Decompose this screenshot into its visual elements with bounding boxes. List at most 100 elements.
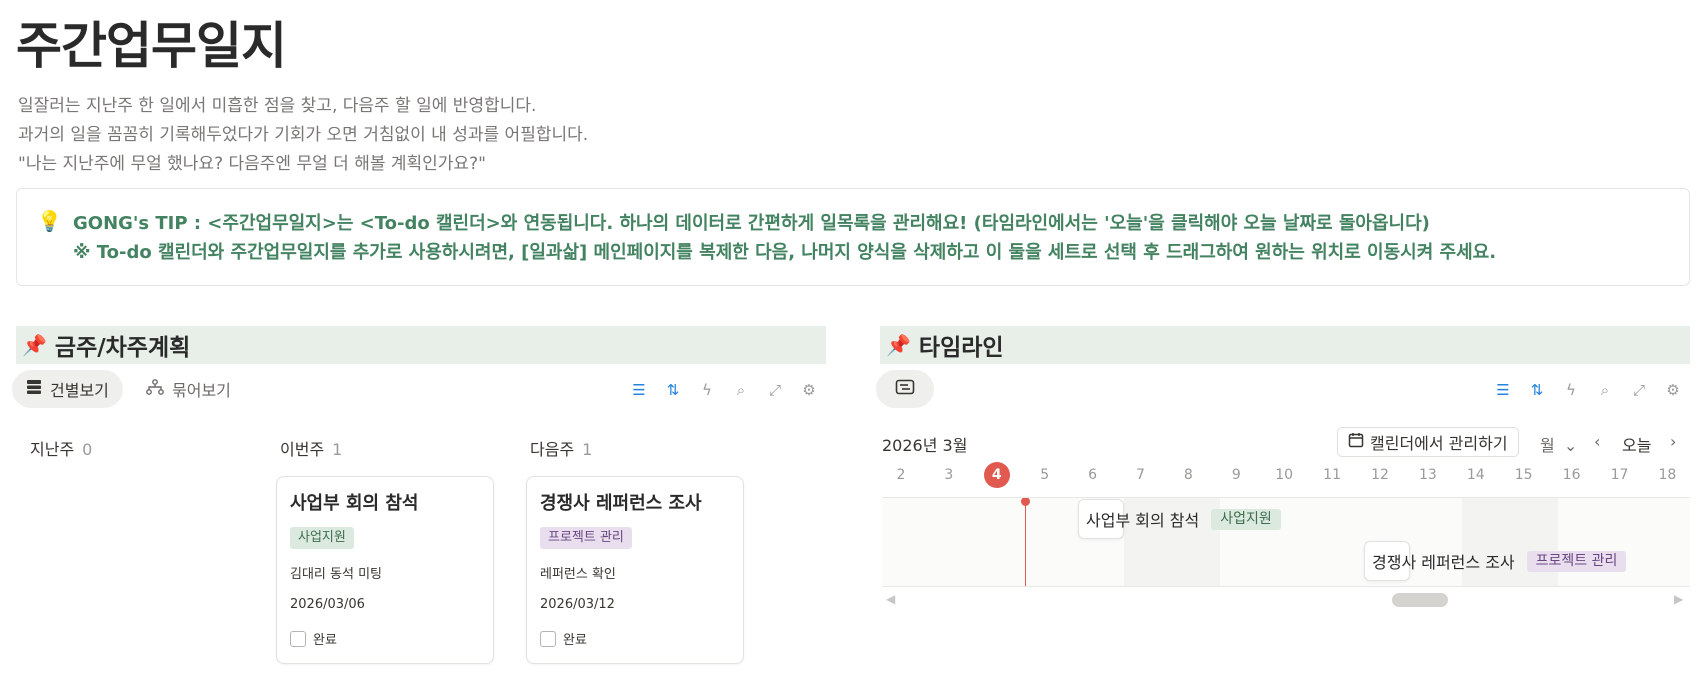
timeline-day: 15 — [1514, 467, 1533, 483]
tip-line-2: ※ To-do 캘린더와 주간업무일지를 추가로 사용하시려면, [일과삶] 메… — [73, 242, 1497, 263]
timeline-day: 14 — [1466, 467, 1485, 483]
column-header-next-week: 다음주 1 — [530, 436, 592, 460]
timeline-view-icon — [895, 379, 915, 399]
tip-line-1: GONG's TIP : <주간업무일지>는 <To-do 캘린더>와 연동됩니… — [73, 213, 1430, 234]
timeline-section-title: 타임라인 — [918, 335, 1004, 361]
timeline-item[interactable]: 경쟁사 레퍼런스 조사 프로젝트 관리 — [1364, 541, 1627, 581]
expand-icon[interactable]: ⤢ — [1622, 376, 1656, 404]
tab-card-view[interactable]: 건별보기 — [12, 370, 123, 408]
today-button[interactable]: 오늘 — [1622, 432, 1651, 456]
sort-icon[interactable]: ⇅ — [1520, 376, 1554, 404]
tab-group-view[interactable]: 묶어보기 — [132, 370, 245, 408]
settings-icon[interactable]: ⚙ — [1656, 376, 1690, 404]
done-label: 완료 — [563, 633, 587, 648]
column-name: 이번주 — [280, 440, 325, 459]
card-tag: 사업지원 — [290, 527, 354, 549]
card-note: 김대리 동석 미팅 — [290, 567, 382, 582]
timeline-day: 3 — [944, 467, 954, 483]
tip-text: GONG's TIP : <주간업무일지>는 <To-do 캘린더>와 연동됩니… — [73, 209, 1496, 267]
search-icon[interactable]: ⌕ — [1588, 376, 1622, 404]
description-line-2: 과거의 일을 꼼꼼히 기록해두었다가 기회가 오면 거침없이 내 성과를 어필합… — [18, 125, 589, 145]
lightbulb-icon: 💡 — [37, 209, 62, 233]
pushpin-icon: 📌 — [886, 333, 911, 357]
timeline-day: 16 — [1562, 467, 1581, 483]
column-name: 다음주 — [530, 440, 575, 459]
pushpin-icon: 📌 — [22, 333, 47, 357]
tab-group-view-label: 묶어보기 — [172, 381, 231, 400]
expand-icon[interactable]: ⤢ — [758, 376, 792, 404]
card-tag: 프로젝트 관리 — [540, 527, 632, 549]
settings-icon[interactable]: ⚙ — [792, 376, 826, 404]
board-view-icon — [26, 379, 42, 399]
timeline-day: 5 — [1040, 467, 1050, 483]
chevron-down-icon: ⌄ — [1563, 436, 1578, 455]
automation-icon[interactable]: ϟ — [1554, 376, 1588, 404]
timeline-item[interactable]: 사업부 회의 참석 사업지원 — [1078, 499, 1281, 539]
timeline-day: 6 — [1088, 467, 1098, 483]
card-note: 레퍼런스 확인 — [540, 567, 616, 582]
done-checkbox[interactable] — [290, 630, 306, 647]
timeline-day-row: 2 3 4 5 6 7 8 9 10 11 12 13 14 15 16 17 18 — [882, 462, 1690, 492]
filter-icon[interactable]: ☰ — [1486, 376, 1520, 404]
done-label: 완료 — [313, 633, 337, 648]
column-header-last-week: 지난주 0 — [30, 436, 92, 460]
timeline-day: 2 — [896, 467, 906, 483]
next-button[interactable]: › — [1670, 432, 1676, 451]
timeline-day: 12 — [1371, 467, 1389, 483]
card-title: 경쟁사 레퍼런스 조사 — [540, 493, 702, 514]
calendar-icon — [1348, 432, 1364, 452]
description-line-1: 일잘러는 지난주 한 일에서 미흡한 점을 찾고, 다음주 할 일에 반영합니다… — [18, 96, 537, 116]
timeline-day: 13 — [1418, 467, 1437, 483]
column-count: 1 — [582, 440, 593, 459]
automation-icon[interactable]: ϟ — [690, 376, 724, 404]
chevron-right-icon: › — [1670, 432, 1677, 451]
tab-card-view-label: 건별보기 — [50, 381, 109, 400]
today-line — [1025, 498, 1026, 586]
unit-select[interactable]: 월 ⌄ — [1540, 432, 1577, 456]
board-card[interactable]: 경쟁사 레퍼런스 조사 프로젝트 관리 레퍼런스 확인 2026/03/12 완… — [526, 476, 744, 664]
timeline-month-label: 2026년 3월 — [882, 436, 968, 455]
timeline-day: 11 — [1323, 467, 1341, 483]
sort-icon[interactable]: ⇅ — [656, 376, 690, 404]
card-done: 완료 — [290, 629, 337, 648]
manage-in-calendar-button[interactable]: 캘린더에서 관리하기 — [1337, 427, 1519, 457]
filter-icon[interactable]: ☰ — [622, 376, 656, 404]
timeline-day: 7 — [1136, 467, 1145, 483]
timeline-toolbar: ☰ ⇅ ϟ ⌕ ⤢ ⚙ — [1486, 376, 1690, 404]
timeline-day-today: 4 — [983, 462, 1010, 488]
column-header-this-week: 이번주 1 — [280, 436, 342, 460]
timeline-view-tab[interactable] — [876, 370, 934, 408]
done-checkbox[interactable] — [540, 630, 556, 647]
tip-callout: 💡 GONG's TIP : <주간업무일지>는 <To-do 캘린더>와 연동… — [16, 188, 1690, 286]
column-count: 1 — [332, 440, 343, 459]
card-date: 2026/03/06 — [290, 597, 365, 612]
chevron-left-icon: ‹ — [1594, 432, 1601, 451]
card-title: 사업부 회의 참석 — [290, 493, 419, 514]
page-description: 일잘러는 지난주 한 일에서 미흡한 점을 찾고, 다음주 할 일에 반영합니다… — [18, 92, 588, 179]
manage-in-calendar-label: 캘린더에서 관리하기 — [1370, 434, 1508, 453]
unit-select-label: 월 — [1540, 436, 1555, 455]
horizontal-scrollbar-thumb[interactable] — [1392, 593, 1448, 607]
scroll-left-arrow[interactable]: ◀ — [886, 592, 895, 606]
card-done: 완료 — [540, 629, 587, 648]
timeline-item-tag: 프로젝트 관리 — [1526, 550, 1627, 572]
timeline-day: 8 — [1183, 467, 1193, 483]
timeline-day: 10 — [1275, 467, 1294, 483]
board-section-title: 금주/차주계획 — [54, 335, 191, 361]
column-name: 지난주 — [30, 440, 75, 459]
timeline-item-title: 사업부 회의 참석 — [1086, 511, 1200, 530]
timeline-grid: 사업부 회의 참석 사업지원 경쟁사 레퍼런스 조사 프로젝트 관리 — [882, 497, 1690, 587]
timeline-day: 9 — [1231, 467, 1241, 483]
search-icon[interactable]: ⌕ — [724, 376, 758, 404]
hierarchy-icon — [146, 379, 164, 399]
scroll-right-arrow[interactable]: ▶ — [1674, 592, 1683, 606]
page-title: 주간업무일지 — [16, 17, 287, 75]
prev-button[interactable]: ‹ — [1594, 432, 1600, 451]
timeline-day: 18 — [1658, 467, 1677, 483]
timeline-item-tag: 사업지원 — [1211, 508, 1281, 530]
timeline-item-title: 경쟁사 레퍼런스 조사 — [1372, 553, 1515, 572]
card-date: 2026/03/12 — [540, 597, 615, 612]
today-marker — [1021, 498, 1030, 506]
column-count: 0 — [82, 440, 93, 459]
board-card[interactable]: 사업부 회의 참석 사업지원 김대리 동석 미팅 2026/03/06 완료 — [276, 476, 494, 664]
